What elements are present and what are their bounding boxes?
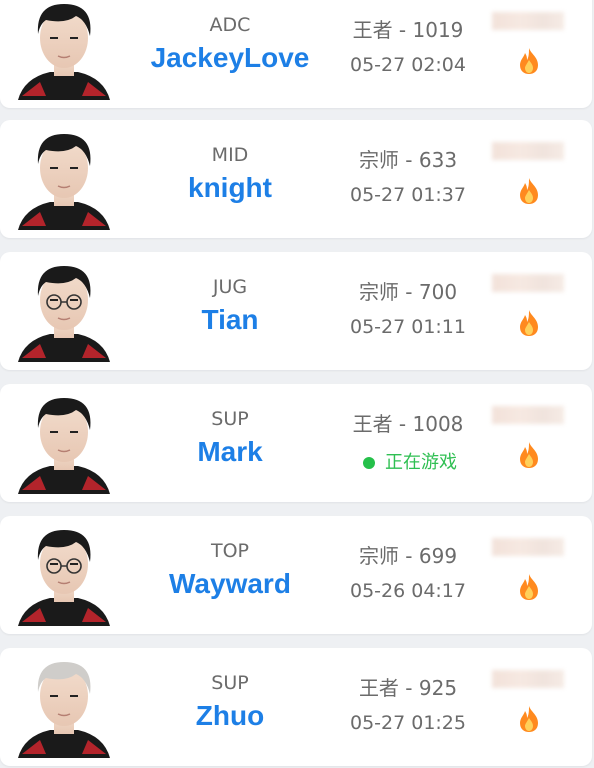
avatar [10, 388, 118, 494]
fire-icon[interactable] [514, 176, 544, 206]
player-name[interactable]: JackeyLove [120, 42, 340, 74]
player-name[interactable]: Wayward [120, 568, 340, 600]
player-role: TOP [210, 540, 250, 562]
blurred-info [492, 12, 564, 30]
player-card[interactable]: JUG Tian 宗师 - 700 05-27 01:11 [0, 252, 592, 370]
player-card[interactable]: ADC JackeyLove 王者 - 1019 05-27 02:04 [0, 0, 592, 108]
player-list: ADC JackeyLove 王者 - 1019 05-27 02:04 MID… [0, 0, 594, 768]
fire-icon[interactable] [514, 440, 544, 470]
live-status-text: 正在游戏 [385, 452, 457, 473]
rank-score: 王者 - 1008 [352, 412, 464, 436]
player-card[interactable]: TOP Wayward 宗师 - 699 05-26 04:17 [0, 516, 592, 634]
rank-score: 宗师 - 699 [358, 544, 458, 568]
rank-score: 王者 - 1019 [352, 18, 464, 42]
blurred-info [492, 274, 564, 292]
player-card[interactable]: SUP Mark 王者 - 1008 正在游戏 [0, 384, 592, 502]
player-name[interactable]: knight [120, 172, 340, 204]
player-name[interactable]: Tian [120, 304, 340, 336]
fire-icon[interactable] [514, 704, 544, 734]
player-name[interactable]: Zhuo [120, 700, 340, 732]
player-role: ADC [209, 14, 251, 36]
avatar [10, 0, 118, 100]
blurred-info [492, 142, 564, 160]
last-played-time: 05-27 01:11 [349, 316, 466, 338]
rank-score: 宗师 - 633 [358, 148, 458, 172]
avatar [10, 124, 118, 230]
avatar [10, 652, 118, 758]
fire-icon[interactable] [514, 572, 544, 602]
blurred-info [492, 538, 564, 556]
player-role: SUP [211, 408, 249, 430]
fire-icon[interactable] [514, 308, 544, 338]
player-role: JUG [212, 276, 248, 298]
last-played-time: 05-26 04:17 [349, 580, 466, 602]
blurred-info [492, 406, 564, 424]
online-dot-icon [363, 457, 375, 469]
fire-icon[interactable] [514, 46, 544, 76]
avatar [10, 520, 118, 626]
last-played-time: 05-27 01:25 [349, 712, 466, 734]
avatar [10, 256, 118, 362]
player-card[interactable]: SUP Zhuo 王者 - 925 05-27 01:25 [0, 648, 592, 766]
rank-score: 王者 - 925 [358, 676, 458, 700]
rank-score: 宗师 - 700 [358, 280, 458, 304]
last-played-time: 05-27 01:37 [349, 184, 466, 206]
player-role: MID [211, 144, 249, 166]
last-played-time: 05-27 02:04 [349, 54, 466, 76]
player-card[interactable]: MID knight 宗师 - 633 05-27 01:37 [0, 120, 592, 238]
player-name[interactable]: Mark [120, 436, 340, 468]
player-role: SUP [211, 672, 249, 694]
live-status: 正在游戏 [340, 448, 480, 474]
blurred-info [492, 670, 564, 688]
